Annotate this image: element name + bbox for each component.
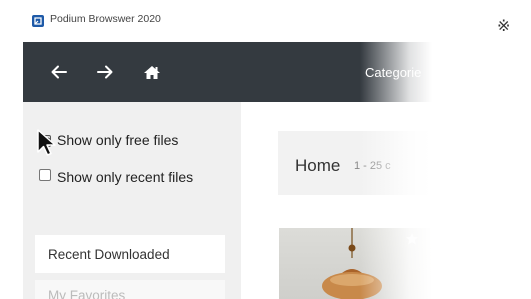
show-recent-files-option[interactable]: Show only recent files xyxy=(39,166,207,188)
mouse-pointer-icon xyxy=(37,129,56,156)
page-title: Home xyxy=(295,156,341,175)
home-icon[interactable] xyxy=(142,62,162,82)
forward-arrow-icon[interactable] xyxy=(95,62,115,82)
file-thumbnail[interactable] xyxy=(279,228,443,299)
browser-window: Podium Browswer 2020 Categorie Show only… xyxy=(23,0,443,299)
window-title: Podium Browswer 2020 xyxy=(50,13,161,25)
favorite-star-icon[interactable] xyxy=(405,232,419,246)
back-arrow-icon[interactable] xyxy=(49,62,69,82)
show-free-files-option[interactable]: Show only free files xyxy=(39,132,207,148)
recent-downloaded-button[interactable]: Recent Downloaded xyxy=(35,235,225,273)
top-navbar: Categorie xyxy=(23,42,443,102)
show-free-files-label: Show only free files xyxy=(57,132,179,148)
sidebar-item-partial[interactable]: My Favorites xyxy=(35,280,225,299)
categories-menu[interactable]: Categorie xyxy=(365,65,421,80)
show-recent-files-label: Show only recent files xyxy=(57,169,194,185)
results-count: 1 - 25 c xyxy=(354,160,391,172)
app-logo-icon xyxy=(32,15,44,27)
title-bar: Podium Browswer 2020 xyxy=(23,0,443,42)
reference-mark: ※ xyxy=(497,18,511,35)
show-recent-files-checkbox[interactable] xyxy=(39,169,51,181)
main-header: Home 1 - 25 c xyxy=(278,131,443,195)
